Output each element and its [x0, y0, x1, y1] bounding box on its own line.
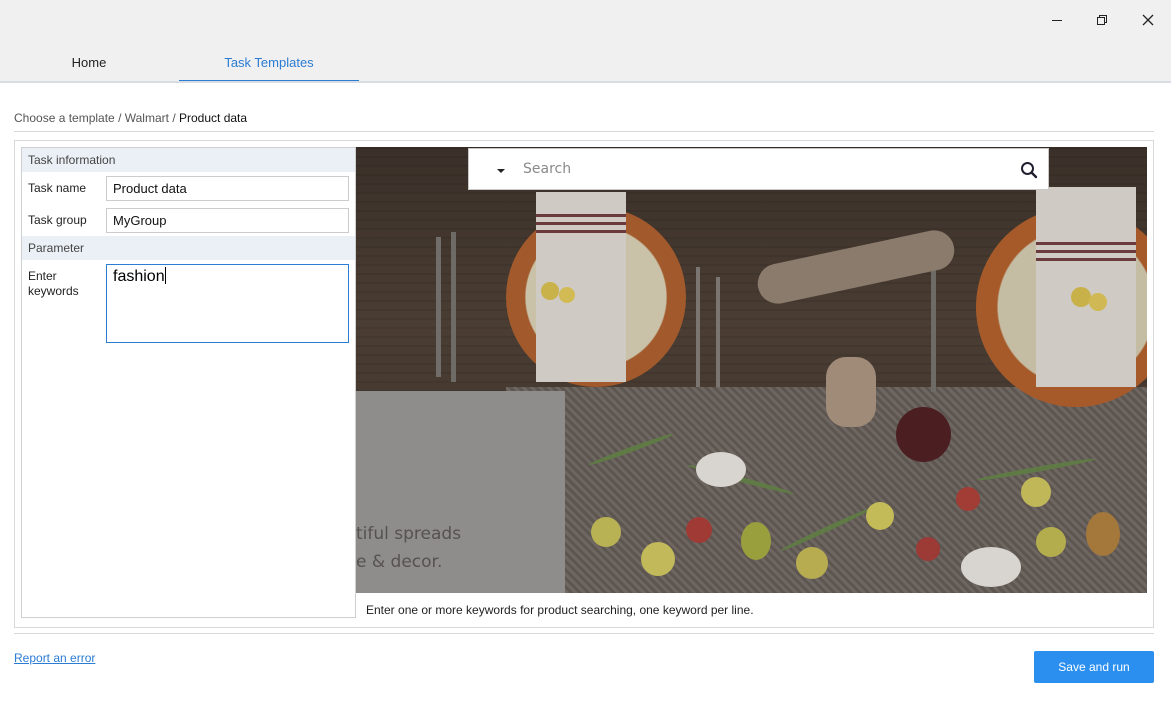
search-icon	[1020, 161, 1038, 182]
keywords-label: Enter keywords	[28, 269, 79, 298]
preview-promo-line1: tiful spreads	[356, 524, 462, 544]
preview-fruit	[866, 502, 894, 530]
breadcrumb-separator: /	[114, 111, 125, 125]
preview-search-placeholder: Search	[523, 161, 572, 177]
preview-wine-glass	[896, 407, 951, 462]
preview-promo-line2: e & decor.	[356, 552, 443, 572]
preview-fruit	[1021, 477, 1051, 507]
template-preview-image: tiful spreads e & decor. Search	[356, 147, 1147, 593]
text-caret	[164, 267, 166, 284]
breadcrumb-separator: /	[168, 111, 179, 125]
keywords-textarea[interactable]: fashion	[106, 264, 349, 343]
preview-cutlery	[436, 237, 441, 377]
section-task-information: Task information	[22, 148, 355, 172]
preview-fruit	[956, 487, 980, 511]
divider	[14, 131, 1154, 132]
preview-candle	[961, 547, 1021, 587]
breadcrumb: Choose a template / Walmart / Product da…	[14, 111, 247, 125]
preview-candle	[696, 452, 746, 487]
section-parameter: Parameter	[22, 236, 355, 260]
breadcrumb-item[interactable]: Walmart	[125, 111, 169, 125]
preview-napkin	[1036, 187, 1136, 387]
title-bar: Home Task Templates	[0, 0, 1171, 82]
minimize-icon[interactable]	[1045, 8, 1069, 32]
preview-fruit	[796, 547, 828, 579]
tab-task-templates[interactable]: Task Templates	[179, 46, 359, 82]
preview-search-bar: Search	[468, 148, 1049, 190]
preview-fruit	[591, 517, 621, 547]
preview-fruit	[1086, 512, 1120, 556]
preview-fruit	[686, 517, 712, 543]
preview-cutlery	[696, 267, 700, 387]
task-name-label: Task name	[28, 181, 87, 195]
dropdown-arrow-icon	[497, 169, 505, 173]
preview-fruit	[1089, 293, 1107, 311]
preview-fruit	[1036, 527, 1066, 557]
tab-home[interactable]: Home	[0, 46, 178, 82]
preview-cutlery	[716, 277, 720, 387]
help-text: Enter one or more keywords for product s…	[366, 603, 754, 617]
preview-fruit	[541, 282, 559, 300]
divider	[14, 633, 1154, 634]
preview-hand	[826, 357, 876, 427]
task-form-panel: Task information Task name Product data …	[21, 147, 356, 618]
preview-promo-box: tiful spreads e & decor.	[356, 391, 565, 593]
close-icon[interactable]	[1136, 8, 1160, 32]
preview-fruit	[741, 522, 771, 560]
keywords-value: fashion	[113, 268, 165, 285]
report-error-link[interactable]: Report an error	[14, 651, 95, 665]
breadcrumb-item[interactable]: Choose a template	[14, 111, 115, 125]
task-group-input[interactable]: MyGroup	[106, 208, 349, 233]
preview-fruit	[1071, 287, 1091, 307]
preview-cutlery	[451, 232, 456, 382]
task-name-input[interactable]: Product data	[106, 176, 349, 201]
breadcrumb-current: Product data	[179, 111, 248, 125]
task-group-label: Task group	[28, 213, 87, 227]
restore-icon[interactable]	[1090, 8, 1114, 32]
preview-fruit	[916, 537, 940, 561]
preview-fruit	[559, 287, 575, 303]
tab-divider	[0, 81, 1171, 83]
save-and-run-button[interactable]: Save and run	[1034, 651, 1154, 683]
preview-fruit	[641, 542, 675, 576]
